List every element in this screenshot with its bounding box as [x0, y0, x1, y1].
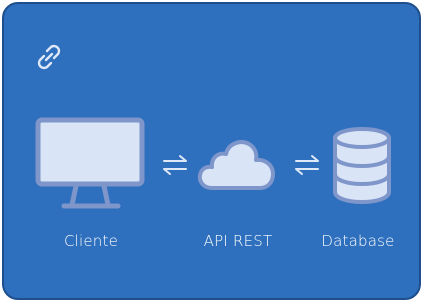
- node-label-api-rest: API REST: [203, 232, 273, 250]
- bidirectional-arrows-icon: [163, 155, 187, 175]
- architecture-card: Cliente API REST Database: [2, 2, 421, 300]
- node-label-database: Database: [321, 232, 395, 250]
- monitor-icon: [35, 117, 145, 209]
- node-label-cliente: Cliente: [63, 232, 119, 250]
- bidirectional-arrows-icon: [295, 155, 319, 175]
- link-icon: [37, 44, 61, 70]
- database-icon: [333, 127, 391, 204]
- cloud-icon: [197, 140, 275, 190]
